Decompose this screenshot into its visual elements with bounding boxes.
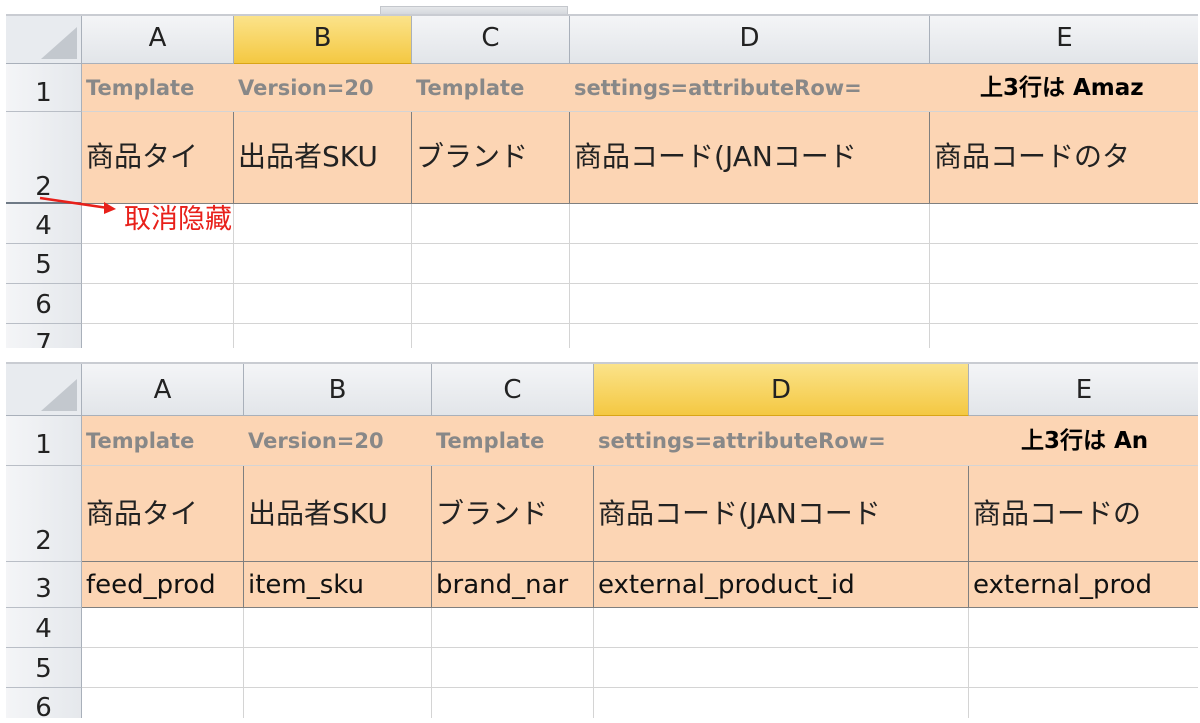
cell-d3[interactable]: external_product_id — [594, 562, 969, 608]
cell-a7[interactable] — [82, 324, 234, 348]
column-header-b[interactable]: B — [244, 364, 432, 416]
cell-e6[interactable] — [969, 688, 1198, 718]
row-header-2[interactable]: 2 — [6, 466, 82, 562]
cell-e3[interactable]: external_prod — [969, 562, 1198, 608]
cell-e5[interactable] — [969, 648, 1198, 688]
cell-b5[interactable] — [234, 244, 412, 284]
spreadsheet-after: A B C D E 1 Template Version=20 Template… — [6, 362, 1198, 718]
row-header-3[interactable]: 3 — [6, 562, 82, 608]
cell-b2[interactable]: 出品者SKU — [244, 466, 432, 562]
row-header-4[interactable]: 4 — [6, 608, 82, 648]
row-header-6[interactable]: 6 — [6, 284, 82, 324]
cell-b6[interactable] — [244, 688, 432, 718]
row-header-1[interactable]: 1 — [6, 416, 82, 466]
cell-d6[interactable] — [570, 284, 930, 324]
cell-c1[interactable]: Template — [432, 416, 594, 466]
cell-a2[interactable]: 商品タイ — [82, 466, 244, 562]
cell-e4[interactable] — [930, 204, 1198, 244]
cell-c5[interactable] — [412, 244, 570, 284]
unhide-annotation: 取消隐藏 — [124, 204, 232, 235]
red-arrow-icon — [39, 196, 116, 214]
cell-e1[interactable]: 上3行は An — [969, 416, 1198, 466]
cell-c7[interactable] — [412, 324, 570, 348]
cell-e2[interactable]: 商品コードの — [969, 466, 1198, 562]
cell-c1[interactable]: Template — [412, 64, 570, 112]
cell-c4[interactable] — [412, 204, 570, 244]
cell-c5[interactable] — [432, 648, 594, 688]
column-header-b[interactable]: B — [234, 16, 412, 64]
column-header-a[interactable]: A — [82, 16, 234, 64]
cell-a3[interactable]: feed_prod — [82, 562, 244, 608]
cell-b1[interactable]: Version=20 — [234, 64, 412, 112]
cell-b6[interactable] — [234, 284, 412, 324]
cell-e7[interactable] — [930, 324, 1198, 348]
cell-a1[interactable]: Template — [82, 64, 234, 112]
cell-a6[interactable] — [82, 688, 244, 718]
select-all-corner[interactable] — [6, 16, 82, 64]
column-header-d[interactable]: D — [594, 364, 969, 416]
cell-c6[interactable] — [432, 688, 594, 718]
cell-a5[interactable] — [82, 244, 234, 284]
column-header-d[interactable]: D — [570, 16, 930, 64]
cell-b4[interactable] — [244, 608, 432, 648]
cell-e1-text: 上3行は Amaz — [980, 75, 1144, 101]
column-header-e[interactable]: E — [930, 16, 1198, 64]
row-header-1[interactable]: 1 — [6, 64, 82, 112]
cell-b4[interactable] — [234, 204, 412, 244]
cell-c4[interactable] — [432, 608, 594, 648]
cell-c2[interactable]: ブランド — [412, 112, 570, 204]
cell-d4[interactable] — [594, 608, 969, 648]
cell-d6[interactable] — [594, 688, 969, 718]
cell-c2[interactable]: ブランド — [432, 466, 594, 562]
row-header-7[interactable]: 7 — [6, 324, 82, 348]
cell-a5[interactable] — [82, 648, 244, 688]
cell-a4[interactable] — [82, 608, 244, 648]
cell-c6[interactable] — [412, 284, 570, 324]
cell-b3[interactable]: item_sku — [244, 562, 432, 608]
cell-e5[interactable] — [930, 244, 1198, 284]
cell-d2[interactable]: 商品コード(JANコード — [594, 466, 969, 562]
cell-d4[interactable] — [570, 204, 930, 244]
cell-d5[interactable] — [594, 648, 969, 688]
cell-b5[interactable] — [244, 648, 432, 688]
cell-e4[interactable] — [969, 608, 1198, 648]
cell-c3[interactable]: brand_nar — [432, 562, 594, 608]
cell-e2[interactable]: 商品コードのタ — [930, 112, 1198, 204]
cell-d1[interactable]: settings=attributeRow= — [594, 416, 969, 466]
cell-a6[interactable] — [82, 284, 234, 324]
column-header-c[interactable]: C — [412, 16, 570, 64]
cell-b7[interactable] — [234, 324, 412, 348]
row-header-5[interactable]: 5 — [6, 648, 82, 688]
cell-b1[interactable]: Version=20 — [244, 416, 432, 466]
row-header-6[interactable]: 6 — [6, 688, 82, 718]
cell-e6[interactable] — [930, 284, 1198, 324]
cell-d7[interactable] — [570, 324, 930, 348]
column-header-c[interactable]: C — [432, 364, 594, 416]
spreadsheet-before: A B C D E 1 Template Version=20 Template… — [6, 14, 1198, 348]
cell-d1[interactable]: settings=attributeRow= — [570, 64, 930, 112]
column-header-e[interactable]: E — [969, 364, 1198, 416]
cell-d2[interactable]: 商品コード(JANコード — [570, 112, 930, 204]
cell-b2[interactable]: 出品者SKU — [234, 112, 412, 204]
cell-a1[interactable]: Template — [82, 416, 244, 466]
select-all-corner[interactable] — [6, 364, 82, 416]
cell-e1-text: 上3行は An — [1021, 428, 1149, 454]
cell-d5[interactable] — [570, 244, 930, 284]
column-header-a[interactable]: A — [82, 364, 244, 416]
row-header-5[interactable]: 5 — [6, 244, 82, 284]
cell-e1[interactable]: 上3行は Amaz — [930, 64, 1198, 112]
